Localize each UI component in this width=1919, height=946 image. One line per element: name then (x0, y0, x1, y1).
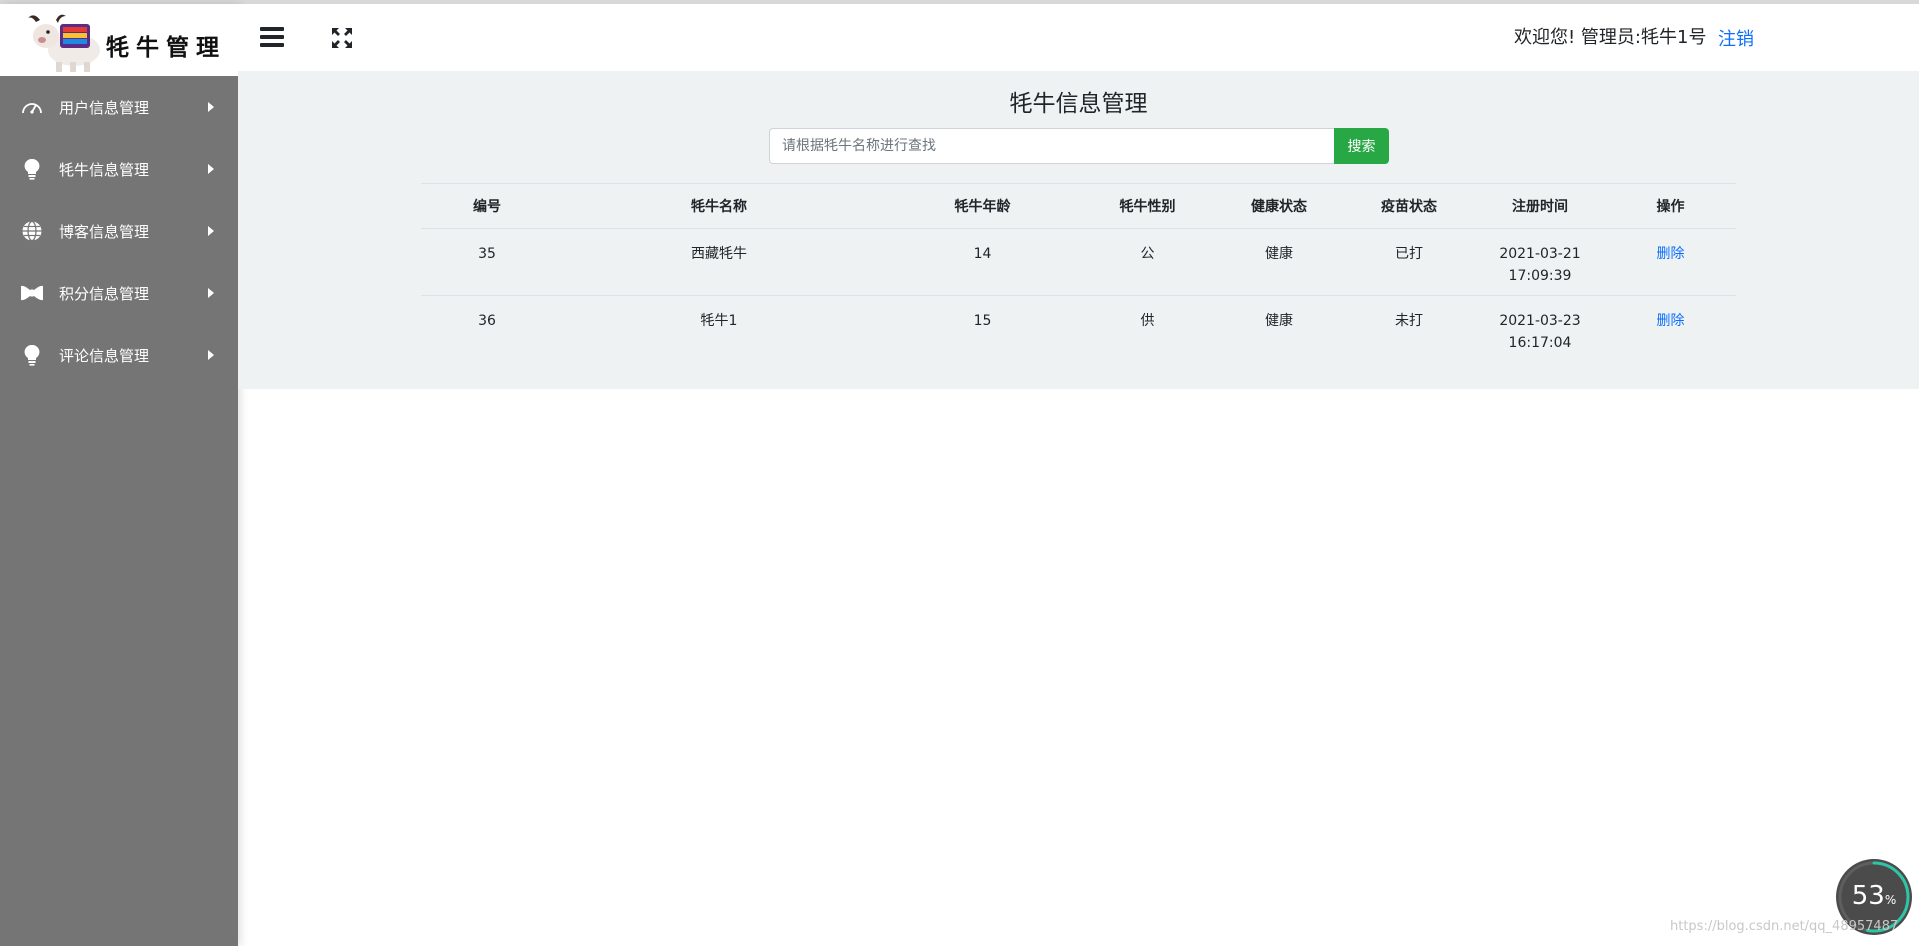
sidebar-item-label: 博客信息管理 (59, 222, 150, 241)
main-panel: 牦牛信息管理 搜索 编号 牦牛名称 牦牛年龄 牦牛性别 健康状态 疫苗状态 注册… (238, 71, 1919, 389)
progress-value: 53% (1851, 881, 1897, 911)
column-header-health: 健康状态 (1215, 183, 1343, 229)
delete-link[interactable]: 删除 (1657, 313, 1685, 329)
sidebar-item-points-info[interactable]: 积分信息管理 (0, 262, 238, 324)
cell-action: 删除 (1605, 228, 1736, 296)
register-clock: 17:09:39 (1508, 268, 1572, 284)
cell-health: 健康 (1215, 228, 1343, 296)
cell-id: 36 (478, 313, 496, 329)
globe-icon (20, 219, 44, 243)
yak-logo-icon (28, 14, 100, 72)
sidebar-item-blog-info[interactable]: 博客信息管理 (0, 200, 238, 262)
column-header-vaccine: 疫苗状态 (1343, 183, 1475, 229)
column-header-age: 牦牛年龄 (885, 183, 1080, 229)
table-header-row: 编号 牦牛名称 牦牛年龄 牦牛性别 健康状态 疫苗状态 注册时间 操作 (421, 183, 1736, 229)
welcome-text: 欢迎您! 管理员:牦牛1号 (1514, 27, 1707, 48)
cell-sex: 公 (1080, 228, 1215, 296)
caret-right-icon (208, 288, 214, 298)
logo[interactable]: 牦牛管理 (0, 4, 238, 76)
top-header: 欢迎您! 管理员:牦牛1号 注销 (238, 4, 1919, 71)
column-header-action: 操作 (1605, 183, 1736, 229)
register-clock: 16:17:04 (1508, 335, 1572, 351)
register-date: 2021-03-21 (1499, 246, 1581, 262)
sidebar-item-label: 用户信息管理 (59, 98, 150, 117)
lightbulb-icon (20, 343, 44, 367)
cell-register-time: 2021-03-23 16:17:04 (1475, 296, 1605, 363)
delete-link[interactable]: 删除 (1657, 246, 1685, 262)
sidebar-item-label: 牦牛信息管理 (59, 160, 150, 179)
sidebar-item-label: 评论信息管理 (59, 346, 150, 365)
logout-link[interactable]: 注销 (1718, 25, 1754, 51)
search-input[interactable] (769, 128, 1334, 164)
sidebar-item-label: 积分信息管理 (59, 284, 150, 303)
menu-toggle-icon[interactable] (260, 27, 284, 47)
page-title: 牦牛信息管理 (1009, 91, 1148, 117)
search-button[interactable]: 搜索 (1334, 128, 1389, 164)
cell-health: 健康 (1265, 313, 1293, 329)
lightbulb-icon (20, 157, 44, 181)
search-bar: 搜索 (769, 128, 1389, 164)
register-date: 2021-03-23 (1499, 313, 1581, 329)
cell-register-time: 2021-03-21 17:09:39 (1475, 228, 1605, 296)
logo-text: 牦牛管理 (106, 34, 226, 61)
cell-action: 删除 (1605, 296, 1736, 363)
cell-name: 牦牛1 (700, 313, 738, 329)
sidebar-item-comment-info[interactable]: 评论信息管理 (0, 324, 238, 386)
cell-name: 西藏牦牛 (553, 228, 885, 296)
caret-right-icon (208, 226, 214, 236)
caret-right-icon (208, 350, 214, 360)
fullscreen-icon[interactable] (331, 27, 353, 49)
cell-age: 14 (885, 228, 1080, 296)
sidebar-menu: 用户信息管理 牦牛信息管理 博客信息管理 积分信息管理 评论信息管理 (0, 76, 238, 386)
column-header-id: 编号 (421, 183, 553, 229)
caret-right-icon (208, 102, 214, 112)
column-header-sex: 牦牛性别 (1080, 183, 1215, 229)
cell-vaccine: 未打 (1395, 313, 1423, 329)
cell-sex: 供 (1140, 313, 1155, 329)
sidebar-item-user-info[interactable]: 用户信息管理 (0, 76, 238, 138)
bowtie-icon (20, 281, 44, 305)
dashboard-icon (20, 95, 44, 119)
sidebar-item-yak-info[interactable]: 牦牛信息管理 (0, 138, 238, 200)
yak-table: 编号 牦牛名称 牦牛年龄 牦牛性别 健康状态 疫苗状态 注册时间 操作 35 西… (421, 183, 1736, 363)
table-row: 35 西藏牦牛 14 公 健康 已打 2021-03-21 17:09:39 删… (421, 228, 1736, 296)
column-header-register-time: 注册时间 (1475, 183, 1605, 229)
cell-vaccine: 已打 (1343, 228, 1475, 296)
caret-right-icon (208, 164, 214, 174)
cell-age: 15 (973, 313, 992, 329)
cell-id: 35 (421, 228, 553, 296)
column-header-name: 牦牛名称 (553, 183, 885, 229)
table-row: 36 牦牛1 15 供 健康 未打 2021-03-23 16:17:04 删除 (421, 296, 1736, 363)
sidebar: 牦牛管理 用户信息管理 牦牛信息管理 博客信息管理 积分信息管理 评论信息管理 (0, 4, 238, 946)
watermark-text: https://blog.csdn.net/qq_48957487 (1670, 919, 1899, 934)
